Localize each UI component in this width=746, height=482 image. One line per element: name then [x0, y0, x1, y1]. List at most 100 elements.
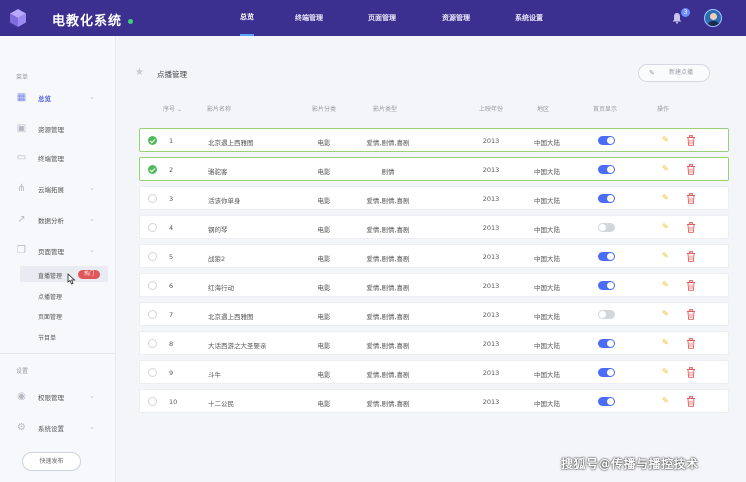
table-row[interactable]: 4 钢的琴 电影 爱情,剧情,喜剧 2013 中国大陆 ✎: [139, 215, 729, 239]
trash-icon[interactable]: [686, 280, 696, 291]
cell-genre: 爱情,剧情,喜剧: [366, 255, 410, 263]
table-row[interactable]: 3 活该你单身 电影 爱情,剧情,喜剧 2013 中国大陆 ✎: [139, 186, 729, 210]
cell-genre: 爱情,剧情,喜剧: [366, 139, 410, 147]
column-header-year: 上映年份: [479, 106, 504, 113]
homepage-toggle[interactable]: [598, 223, 615, 232]
sidebar-item-overview[interactable]: ▦ 总览 ⌄: [0, 88, 116, 106]
column-header-name: 影片名称: [207, 106, 232, 113]
sidebar-subitem-vod[interactable]: 点播管理: [38, 292, 62, 301]
homepage-toggle[interactable]: [598, 397, 615, 406]
sort-chevron-icon: ⌄: [176, 106, 182, 113]
edit-icon[interactable]: ✎: [662, 280, 669, 289]
row-checkbox[interactable]: [148, 165, 157, 174]
homepage-toggle[interactable]: [598, 281, 615, 290]
row-checkbox[interactable]: [148, 136, 157, 145]
avatar[interactable]: [704, 9, 722, 27]
table-row[interactable]: 8 大话西游之大圣娶亲 电影 爱情,剧情,喜剧 2013 中国大陆 ✎: [139, 331, 729, 355]
cell-no: 8: [169, 340, 174, 348]
sidebar-subitem-live[interactable]: 直播管理: [38, 271, 62, 280]
cell-name: 骆驼客: [208, 168, 228, 176]
row-checkbox[interactable]: [148, 339, 157, 348]
sidebar-item-resources[interactable]: ▣ 资源管理: [0, 119, 116, 137]
new-vod-button[interactable]: ✎ 新建点播: [638, 64, 710, 82]
nav-resources[interactable]: 资源管理: [442, 0, 470, 36]
table-row[interactable]: 5 战狼2 电影 爱情,剧情,喜剧 2013 中国大陆 ✎: [139, 244, 729, 268]
cell-no: 9: [169, 369, 174, 377]
trash-icon[interactable]: [686, 251, 696, 262]
cell-genre: 爱情,剧情,喜剧: [366, 197, 410, 205]
cell-no: 4: [169, 224, 174, 232]
cell-category: 电影: [317, 342, 331, 350]
table-row[interactable]: 6 红海行动 电影 爱情,剧情,喜剧 2013 中国大陆 ✎: [139, 273, 729, 297]
homepage-toggle[interactable]: [598, 310, 615, 319]
sidebar-item-pages[interactable]: ❐ 页面管理 ⌄: [0, 241, 116, 259]
trash-icon[interactable]: [686, 309, 696, 320]
row-checkbox[interactable]: [148, 310, 157, 319]
trash-icon[interactable]: [686, 135, 696, 146]
trash-icon[interactable]: [686, 222, 696, 233]
edit-icon[interactable]: ✎: [662, 164, 669, 173]
trash-icon[interactable]: [686, 193, 696, 204]
edit-icon[interactable]: ✎: [662, 222, 669, 231]
edit-icon[interactable]: ✎: [662, 396, 669, 405]
homepage-toggle[interactable]: [598, 136, 615, 145]
quick-publish-button[interactable]: 快速发布: [22, 452, 81, 471]
cell-no: 7: [169, 311, 174, 319]
cell-year: 2013: [482, 253, 500, 261]
edit-icon[interactable]: ✎: [662, 338, 669, 347]
row-checkbox[interactable]: [148, 223, 157, 232]
column-header-no[interactable]: 序号 ⌄: [163, 104, 182, 113]
top-navbar: 电教化系统 总览 终端管理 页面管理 资源管理 系统设置 3: [0, 0, 746, 36]
sidebar-subitem-schedule[interactable]: 节目单: [38, 333, 56, 342]
row-checkbox[interactable]: [148, 194, 157, 203]
homepage-toggle[interactable]: [598, 194, 615, 203]
sidebar-item-terminal[interactable]: ▭ 终端管理: [0, 148, 116, 166]
table-row[interactable]: 10 十二公民 电影 爱情,剧情,喜剧 2013 中国大陆 ✎: [139, 389, 729, 413]
table-row[interactable]: 9 斗牛 电影 爱情,剧情,喜剧 2013 中国大陆 ✎: [139, 360, 729, 384]
homepage-toggle[interactable]: [598, 165, 615, 174]
trash-icon[interactable]: [686, 338, 696, 349]
row-checkbox[interactable]: [148, 368, 157, 377]
cell-name: 大话西游之大圣娶亲: [208, 342, 267, 350]
nav-terminal[interactable]: 终端管理: [295, 0, 323, 36]
chevron-down-icon: ⌄: [89, 392, 95, 400]
edit-icon[interactable]: ✎: [662, 135, 669, 144]
trash-icon[interactable]: [686, 396, 696, 407]
star-icon[interactable]: ★: [135, 67, 144, 78]
nav-overview[interactable]: 总览: [240, 0, 254, 36]
row-checkbox[interactable]: [148, 281, 157, 290]
row-checkbox[interactable]: [148, 397, 157, 406]
edit-icon[interactable]: ✎: [662, 367, 669, 376]
homepage-toggle[interactable]: [598, 368, 615, 377]
cube-logo-icon: [10, 9, 26, 27]
column-header-homepage: 首页显示: [593, 106, 618, 113]
pencil-icon: ✎: [649, 69, 655, 77]
sidebar-item-cloud[interactable]: ⋔ 云端拓展 ⌄: [0, 179, 116, 197]
row-checkbox[interactable]: [148, 252, 157, 261]
nav-settings[interactable]: 系统设置: [515, 0, 543, 36]
cell-name: 斗牛: [208, 371, 221, 379]
cell-no: 5: [169, 253, 174, 261]
trash-icon[interactable]: [686, 164, 696, 175]
trash-icon[interactable]: [686, 367, 696, 378]
cell-year: 2013: [482, 166, 500, 174]
edit-icon[interactable]: ✎: [662, 309, 669, 318]
sidebar-divider: [0, 353, 116, 354]
cell-year: 2013: [482, 195, 500, 203]
column-header-category: 影片分类: [312, 106, 337, 113]
sidebar-item-label: 数据分析: [38, 217, 64, 225]
sidebar-item-permissions[interactable]: ◉ 权限管理 ⌄: [0, 387, 116, 405]
pages-icon: ❐: [17, 245, 26, 256]
edit-icon[interactable]: ✎: [662, 193, 669, 202]
nav-pages[interactable]: 页面管理: [368, 0, 396, 36]
sidebar-item-system-settings[interactable]: ⚙ 系统设置 ⌄: [0, 418, 116, 436]
table-row[interactable]: 2 骆驼客 电影 剧情 2013 中国大陆 ✎: [139, 157, 729, 181]
sidebar-item-analytics[interactable]: ↗ 数据分析 ⌄: [0, 210, 116, 228]
homepage-toggle[interactable]: [598, 339, 615, 348]
sidebar-subitem-page[interactable]: 页面管理: [38, 312, 62, 321]
homepage-toggle[interactable]: [598, 252, 615, 261]
table-row[interactable]: 7 北京遇上西雅图 电影 爱情,剧情,喜剧 2013 中国大陆 ✎: [139, 302, 729, 326]
table-row[interactable]: 1 北京遇上西雅图 电影 爱情,剧情,喜剧 2013 中国大陆 ✎: [139, 128, 729, 152]
sidebar-item-label: 终端管理: [38, 155, 64, 163]
edit-icon[interactable]: ✎: [662, 251, 669, 260]
